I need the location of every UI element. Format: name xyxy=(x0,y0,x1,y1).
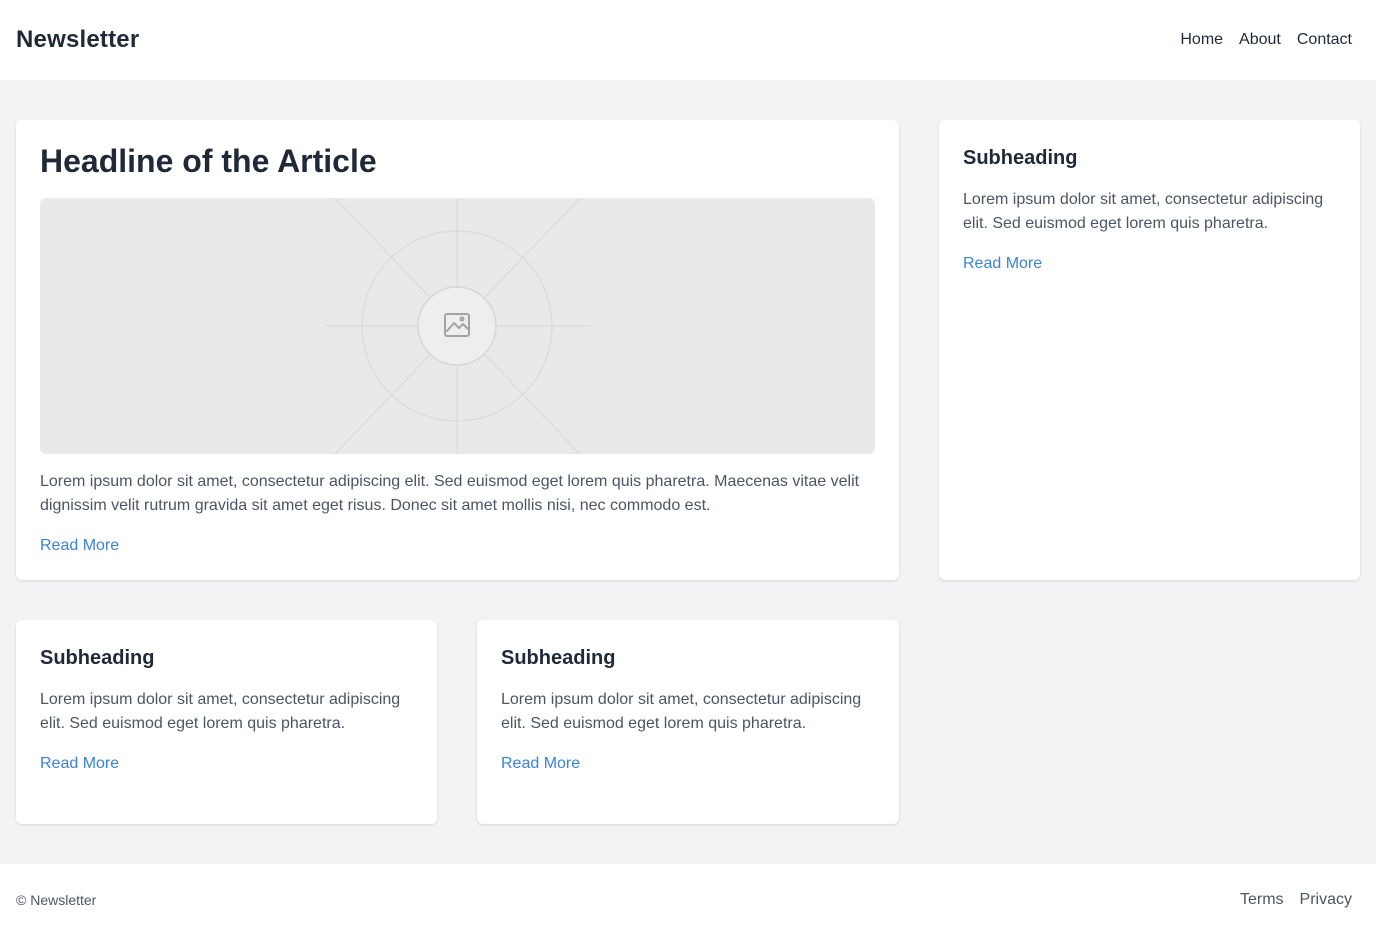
bottom-subheading: Subheading xyxy=(40,647,155,669)
footer-terms-link[interactable]: Terms xyxy=(1240,891,1284,909)
site-footer: © Newsletter Terms Privacy xyxy=(0,864,1376,936)
side-read-more-link[interactable]: Read More xyxy=(963,252,1042,276)
image-placeholder-graphic xyxy=(325,198,590,454)
side-subheading: Subheading xyxy=(963,147,1078,169)
bottom-body: Lorem ipsum dolor sit amet, consectetur … xyxy=(501,691,862,732)
site-header: Newsletter Home About Contact xyxy=(0,0,1376,80)
nav-about-link[interactable]: About xyxy=(1239,31,1281,49)
footer-links: Terms Privacy xyxy=(1240,891,1352,909)
main-read-more-link[interactable]: Read More xyxy=(40,534,119,558)
main-article-card: Headline of the Article Lorem ipsum dolo… xyxy=(16,120,899,580)
article-body: Lorem ipsum dolor sit amet, consectetur … xyxy=(40,473,860,514)
side-body: Lorem ipsum dolor sit amet, consectetur … xyxy=(963,191,1324,232)
main-nav: Home About Contact xyxy=(1180,31,1352,49)
bottom-subheading: Subheading xyxy=(501,647,616,669)
bottom-read-more-link[interactable]: Read More xyxy=(40,752,119,776)
article-headline: Headline of the Article xyxy=(40,143,377,179)
bottom-read-more-link[interactable]: Read More xyxy=(501,752,580,776)
article-image-placeholder xyxy=(40,198,875,454)
bottom-article-card: Subheading Lorem ipsum dolor sit amet, c… xyxy=(477,620,899,824)
copyright-text: © Newsletter xyxy=(16,892,97,908)
bottom-body: Lorem ipsum dolor sit amet, consectetur … xyxy=(40,691,401,732)
side-article-card: Subheading Lorem ipsum dolor sit amet, c… xyxy=(939,120,1360,580)
bottom-article-card: Subheading Lorem ipsum dolor sit amet, c… xyxy=(16,620,437,824)
nav-contact-link[interactable]: Contact xyxy=(1297,31,1352,49)
footer-privacy-link[interactable]: Privacy xyxy=(1300,891,1352,909)
nav-home-link[interactable]: Home xyxy=(1180,31,1223,49)
brand-logo[interactable]: Newsletter xyxy=(16,26,139,54)
